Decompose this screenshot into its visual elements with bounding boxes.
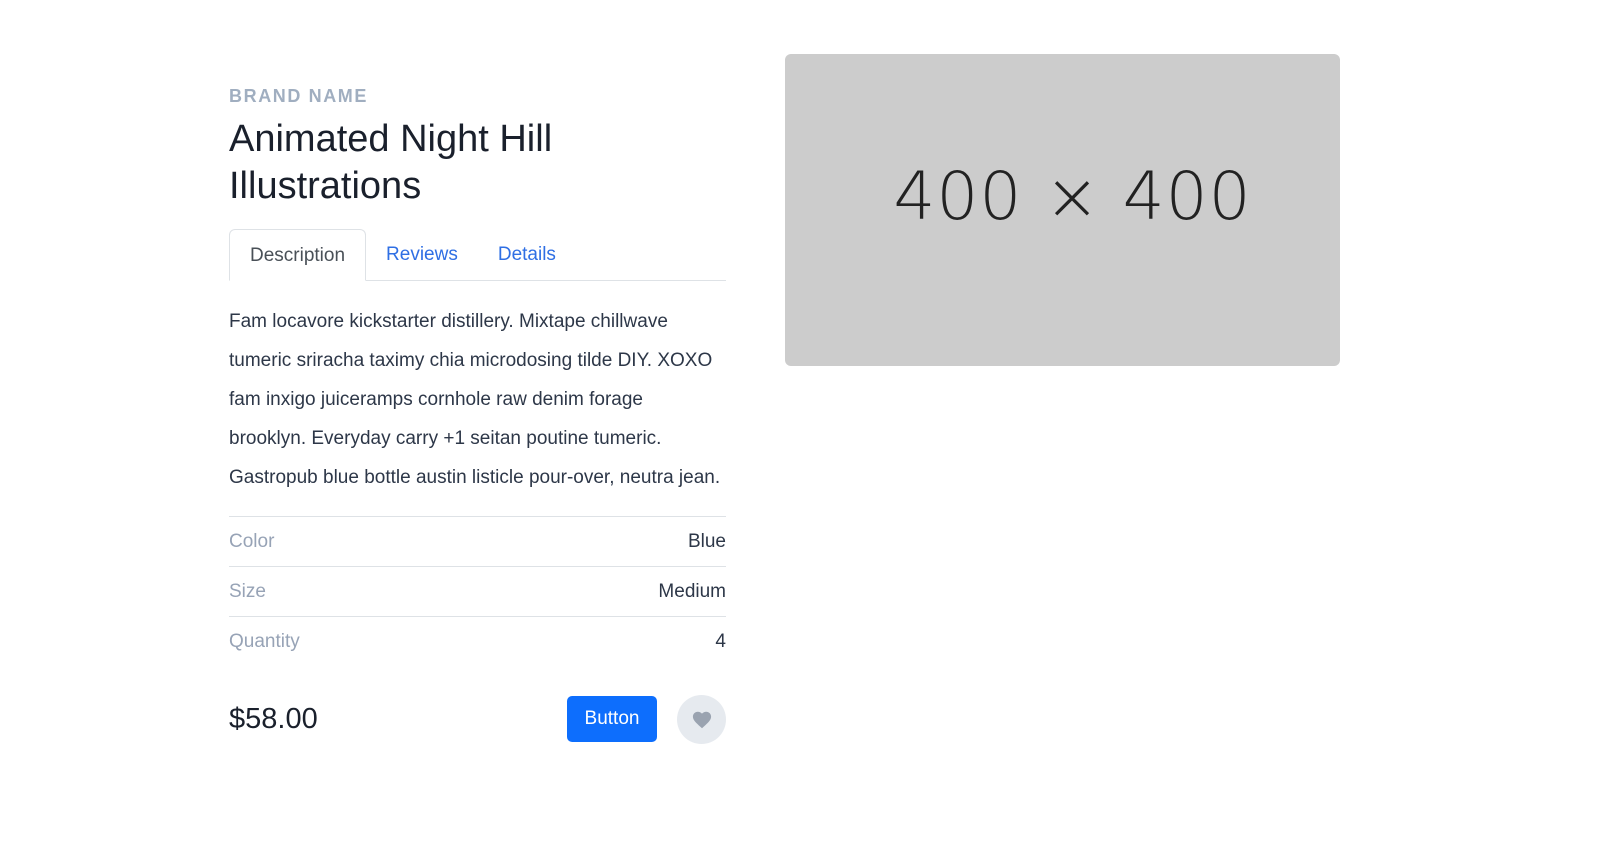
purchase-row: $58.00 Button [229, 694, 726, 744]
spec-value: Blue [687, 530, 726, 552]
spec-value: Medium [658, 580, 726, 602]
image-placeholder-label: 400 × 400 [893, 157, 1252, 235]
spec-label: Quantity [229, 630, 300, 652]
product-image-placeholder: 400 × 400 [785, 54, 1340, 366]
spec-label: Size [229, 580, 266, 602]
spec-label: Color [229, 530, 275, 552]
brand-name: BRAND NAME [229, 86, 368, 106]
product-tabs: Description Reviews Details [229, 229, 726, 281]
price: $58.00 [229, 702, 318, 735]
product-description: Fam locavore kickstarter distillery. Mix… [229, 311, 721, 488]
product-info: BRAND NAME Animated Night Hill Illustrat… [229, 84, 726, 744]
buy-button[interactable]: Button [567, 696, 657, 742]
spec-row-quantity: Quantity 4 [229, 616, 726, 666]
tab-description[interactable]: Description [229, 229, 367, 281]
product-page: BRAND NAME Animated Night Hill Illustrat… [0, 0, 1605, 847]
spec-list: Color Blue Size Medium Quantity 4 [229, 516, 726, 666]
spec-row-color: Color Blue [229, 516, 726, 566]
spec-row-size: Size Medium [229, 566, 726, 616]
spec-value: 4 [715, 630, 726, 652]
product-title: Animated Night Hill Illustrations [229, 118, 553, 207]
tab-reviews[interactable]: Reviews [366, 229, 478, 280]
tab-details[interactable]: Details [478, 229, 576, 280]
heart-icon [692, 711, 711, 729]
favorite-button[interactable] [677, 694, 726, 744]
